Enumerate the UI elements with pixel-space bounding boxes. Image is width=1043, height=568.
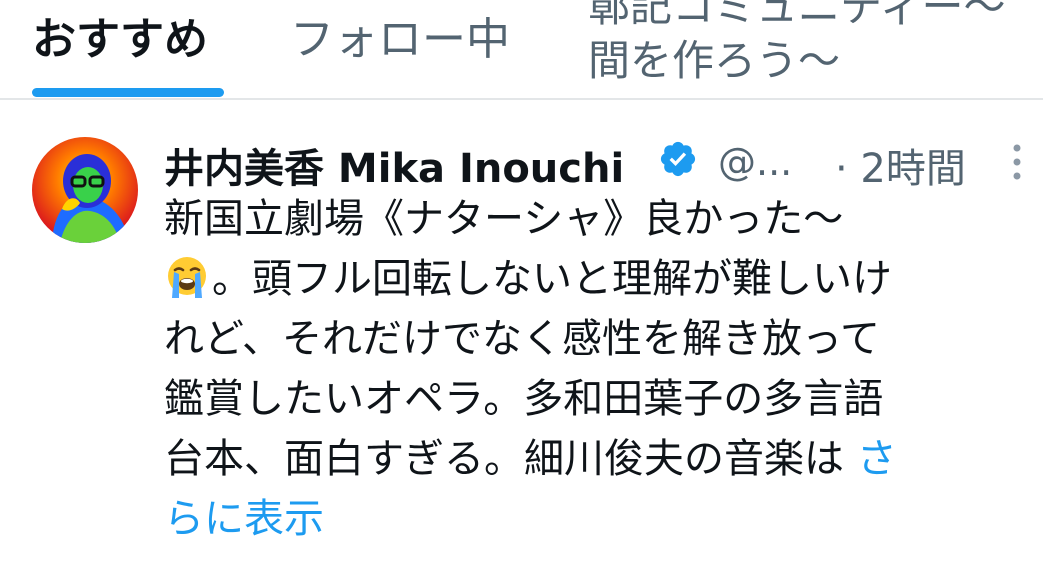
- tab-community-label-line1: 鄣記コミュニティー〜: [588, 0, 1006, 31]
- post-header: 井内美香 Mika Inouchi @... · 2時間: [164, 132, 1024, 192]
- avatar-image: [32, 137, 138, 243]
- avatar[interactable]: [32, 137, 138, 243]
- tab-community[interactable]: 鄣記コミュニティー〜 間を作ろう〜: [588, 0, 1043, 84]
- loudly-crying-face-emoji: [164, 254, 210, 300]
- verified-badge-icon: [658, 139, 698, 179]
- show-more-link-continued[interactable]: らに表示: [164, 496, 324, 542]
- post-text-fragment: 台本、面白すぎる。細川俊夫の音楽は: [164, 436, 857, 482]
- more-vertical-icon[interactable]: [1010, 142, 1024, 182]
- author-handle[interactable]: @...: [718, 140, 792, 184]
- post-text-line: 。頭フル回転しないと理解が難しいけ: [164, 249, 1024, 309]
- post-text-line: 鑑賞したいオペラ。多和田葉子の多言語: [164, 376, 884, 422]
- show-more-link[interactable]: さ: [857, 436, 897, 482]
- post-text-line: 台本、面白すぎる。細川俊夫の音楽は さ: [164, 429, 1024, 489]
- post-text: 新国立劇場《ナターシャ》良かった〜 。頭フル回転しないと理解が難しいけ れど、そ…: [164, 189, 1024, 549]
- tab-community-label-line2: 間を作ろう〜: [588, 36, 841, 84]
- active-tab-indicator: [32, 88, 224, 97]
- post-text-line: 新国立劇場《ナターシャ》良かった〜: [164, 196, 844, 242]
- post-text-line: らに表示: [164, 489, 1024, 549]
- post-text-fragment: 。頭フル回転しないと理解が難しいけ: [212, 256, 892, 302]
- tab-following[interactable]: フォロー中: [290, 18, 510, 62]
- timeline-tab-bar: おすすめ フォロー中 鄣記コミュニティー〜 間を作ろう〜: [0, 0, 1043, 100]
- post-timestamp[interactable]: · 2時間: [835, 136, 966, 194]
- post-text-line: れど、それだけでなく感性を解き放って: [164, 316, 880, 362]
- tab-recommended[interactable]: おすすめ: [32, 18, 208, 62]
- author-name[interactable]: 井内美香 Mika Inouchi: [164, 136, 624, 194]
